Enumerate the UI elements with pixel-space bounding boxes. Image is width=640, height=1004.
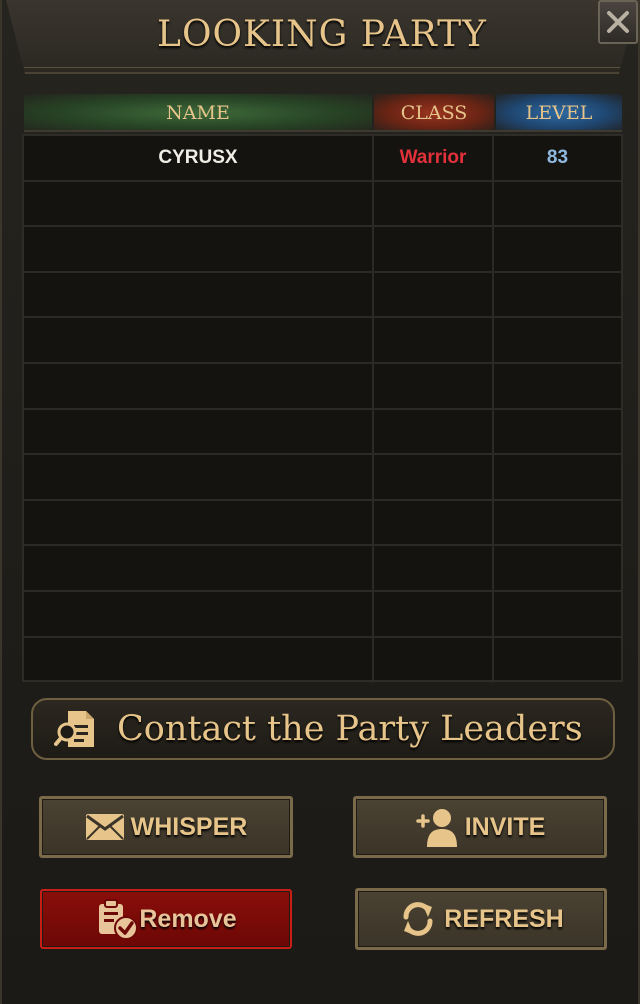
cell-class [374, 546, 494, 590]
cell-level [494, 592, 621, 636]
cell-level [494, 455, 621, 499]
table-row[interactable] [24, 546, 621, 592]
cell-level: 83 [546, 146, 569, 168]
cell-name [24, 546, 374, 590]
table-row[interactable] [24, 227, 621, 273]
cell-level [494, 273, 621, 317]
column-header-name[interactable]: NAME [24, 94, 372, 132]
contact-party-leaders-button[interactable]: Contact the Party Leaders [31, 698, 615, 760]
cell-name [24, 637, 374, 684]
cell-class [374, 591, 494, 636]
cell-level [494, 364, 621, 408]
table-row[interactable] [24, 181, 621, 228]
table-row[interactable] [24, 591, 621, 638]
cell-name [24, 272, 374, 317]
party-list-table: CYRUSX Warrior 83 [22, 134, 623, 684]
header-divider [24, 130, 622, 132]
table-row[interactable]: CYRUSX Warrior 83 [24, 136, 621, 182]
add-user-icon [415, 809, 457, 847]
close-button[interactable] [598, 0, 638, 44]
invite-button-label: INVITE [464, 812, 546, 841]
cell-class [374, 363, 494, 408]
cell-name [24, 181, 374, 226]
table-row[interactable] [24, 318, 621, 364]
cell-name [24, 591, 374, 636]
invite-button[interactable]: INVITE [353, 796, 607, 858]
table-row[interactable] [24, 363, 621, 410]
looking-party-window: LOOKING PARTY NAME CLASS LEVEL CYRUSX Wa… [0, 0, 640, 1004]
cell-level [494, 546, 621, 590]
cell-name [24, 227, 374, 271]
column-header-level[interactable]: LEVEL [496, 94, 622, 132]
contact-button-label: Contact the Party Leaders [117, 709, 583, 749]
table-row[interactable] [24, 637, 621, 684]
cell-name [24, 455, 374, 499]
remove-button-label: Remove [139, 904, 237, 933]
cell-name [24, 318, 374, 362]
cell-level [494, 318, 621, 362]
refresh-icon [403, 902, 433, 936]
cell-class [374, 409, 494, 454]
cell-class: Warrior [374, 136, 494, 180]
window-title: LOOKING PARTY [157, 14, 487, 55]
cell-class [374, 500, 494, 545]
remove-button[interactable]: Remove [40, 889, 292, 949]
cell-level [494, 638, 621, 684]
table-header: NAME CLASS LEVEL [24, 94, 622, 132]
cell-class [374, 227, 494, 271]
whisper-button[interactable]: WHISPER [39, 796, 293, 858]
cell-name: CYRUSX [24, 136, 374, 180]
clipboard-check-icon [99, 899, 139, 940]
refresh-button[interactable]: REFRESH [355, 888, 607, 950]
refresh-button-label: REFRESH [444, 904, 564, 933]
table-row[interactable] [24, 409, 621, 456]
cell-class [374, 181, 494, 226]
cell-level [494, 410, 621, 454]
table-row[interactable] [24, 500, 621, 547]
cell-class [374, 455, 494, 499]
close-icon [607, 11, 629, 33]
cell-level [494, 501, 621, 545]
table-row[interactable] [24, 272, 621, 319]
column-header-class[interactable]: CLASS [374, 94, 494, 132]
cell-class [374, 637, 494, 684]
table-row[interactable] [24, 455, 621, 501]
whisper-button-label: WHISPER [130, 812, 248, 841]
cell-name [24, 500, 374, 545]
document-search-icon [53, 706, 99, 752]
cell-class [374, 272, 494, 317]
cell-class [374, 318, 494, 362]
cell-level [494, 227, 621, 271]
envelope-icon [85, 814, 124, 840]
cell-level [494, 182, 621, 226]
cell-name [24, 409, 374, 454]
cell-name [24, 363, 374, 408]
